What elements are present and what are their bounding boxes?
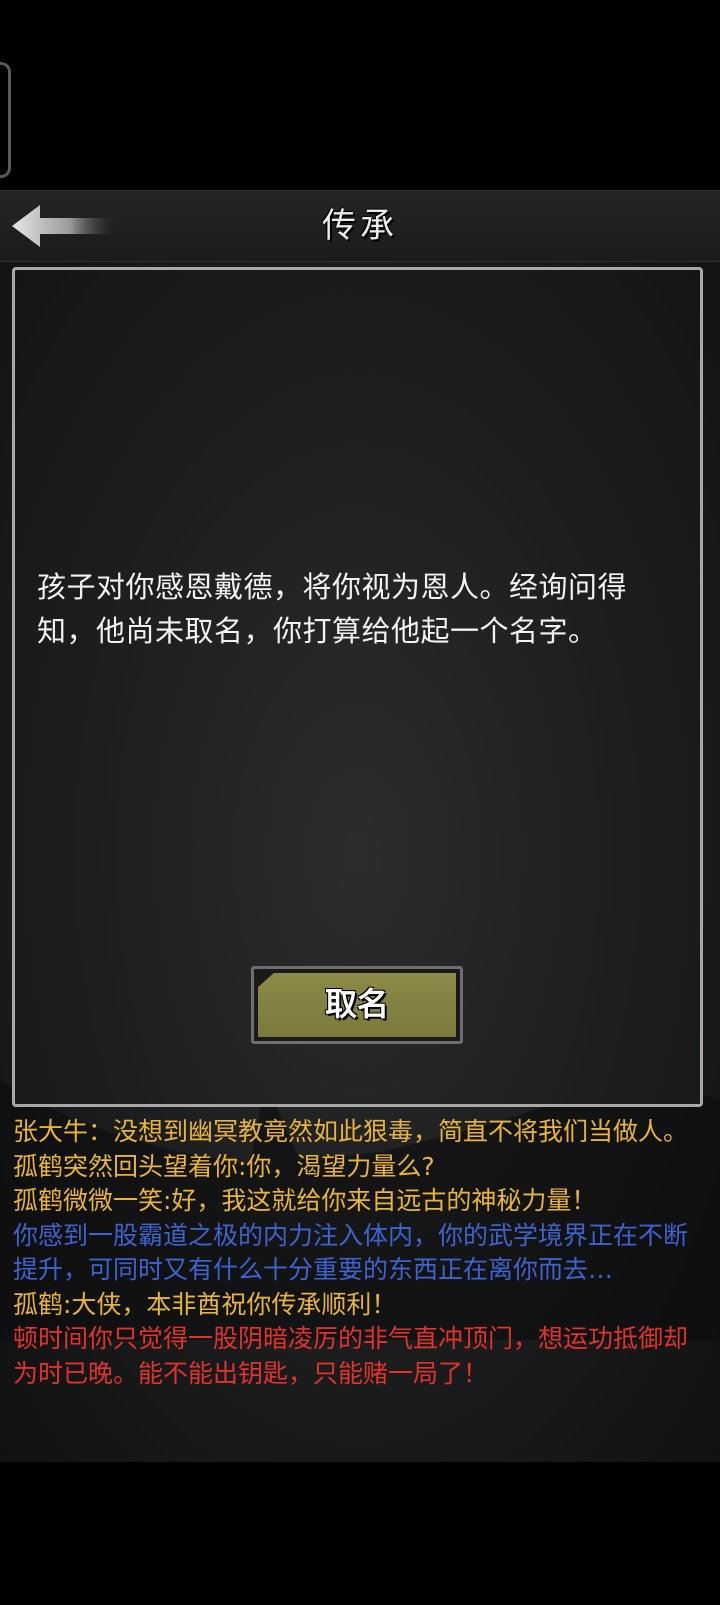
message-log: 张大牛：没想到幽冥教竟然如此狠毒，简直不将我们当做人。 孤鹤突然回头望着你:你，… (13, 1115, 703, 1391)
log-line: 孤鹤突然回头望着你:你，渴望力量么? (13, 1151, 435, 1181)
log-line: 孤鹤:大侠，本非酋祝你传承顺利！ (13, 1289, 397, 1319)
name-button-label: 取名 (324, 985, 389, 1023)
log-line: 张大牛：没想到幽冥教竟然如此狠毒，简直不将我们当做人。 (13, 1117, 689, 1146)
log-line: 孤鹤微微一笑:好，我这就给你来自远古的神秘力量！ (13, 1186, 597, 1215)
dialog-panel: 孩子对你感恩戴德，将你视为恩人。经询问得知，他尚未取名，你打算给他起一个名字。 … (12, 267, 703, 1107)
page-title: 传承 (322, 206, 398, 246)
log-line: 顿时间你只觉得一股阴暗凌厉的非气直冲顶门，想运功抵御却为时已晚。能不能出钥匙，只… (13, 1324, 689, 1388)
log-line: 你感到一股霸道之极的内力注入体内，你的武学境界正在不断提升，可同时又有什么十分重… (13, 1220, 689, 1285)
corner-frame-decoration (0, 62, 11, 178)
header-bar: 传承 (0, 190, 720, 262)
dialog-message: 孩子对你感恩戴德，将你视为恩人。经询问得知，他尚未取名，你打算给他起一个名字。 (37, 570, 628, 648)
name-child-button[interactable]: 取名 (251, 966, 463, 1044)
